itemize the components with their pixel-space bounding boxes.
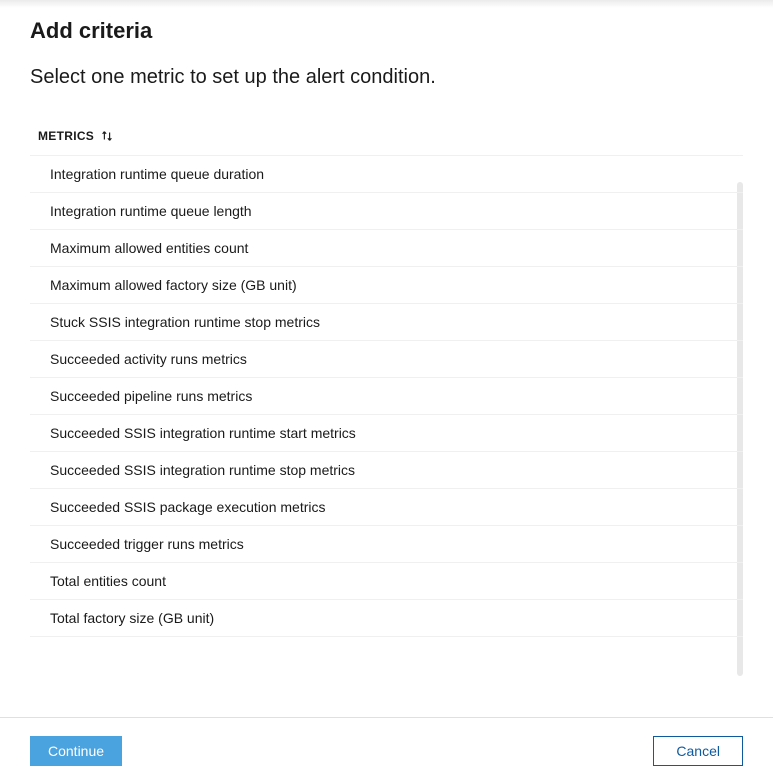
list-item[interactable]: Maximum allowed entities count	[30, 230, 743, 267]
page-title: Add criteria	[30, 18, 743, 44]
header: Add criteria Select one metric to set up…	[0, 0, 773, 129]
list-item[interactable]: Succeeded pipeline runs metrics	[30, 378, 743, 415]
list-item[interactable]: Succeeded SSIS integration runtime start…	[30, 415, 743, 452]
sort-icon	[100, 129, 114, 143]
metric-label: Succeeded activity runs metrics	[50, 351, 247, 367]
list-item[interactable]: Integration runtime queue duration	[30, 156, 743, 193]
list-item[interactable]: Integration runtime queue length	[30, 193, 743, 230]
list-item[interactable]: Succeeded SSIS package execution metrics	[30, 489, 743, 526]
list-item[interactable]: Succeeded trigger runs metrics	[30, 526, 743, 563]
metric-label: Total entities count	[50, 573, 166, 589]
list-item[interactable]: Succeeded SSIS integration runtime stop …	[30, 452, 743, 489]
metrics-column-header[interactable]: METRICS	[0, 129, 773, 155]
footer: Continue Cancel	[0, 717, 773, 784]
metric-label: Maximum allowed factory size (GB unit)	[50, 277, 297, 293]
list-item[interactable]: Stuck SSIS integration runtime stop metr…	[30, 304, 743, 341]
metric-label: Succeeded trigger runs metrics	[50, 536, 244, 552]
metric-label: Maximum allowed entities count	[50, 240, 248, 256]
list-item[interactable]: Total factory size (GB unit)	[30, 600, 743, 637]
metrics-list: Integration runtime queue duration Integ…	[30, 155, 743, 717]
metric-label: Succeeded SSIS integration runtime stop …	[50, 462, 355, 478]
list-item[interactable]: Maximum allowed factory size (GB unit)	[30, 267, 743, 304]
page-subtitle: Select one metric to set up the alert co…	[30, 66, 743, 89]
metric-label: Integration runtime queue duration	[50, 166, 264, 182]
metric-label: Stuck SSIS integration runtime stop metr…	[50, 314, 320, 330]
list-item[interactable]: Succeeded activity runs metrics	[30, 341, 743, 378]
metric-label: Succeeded SSIS integration runtime start…	[50, 425, 356, 441]
column-header-label: METRICS	[38, 129, 94, 143]
metric-label: Succeeded pipeline runs metrics	[50, 388, 252, 404]
metric-label: Succeeded SSIS package execution metrics	[50, 499, 326, 515]
cancel-button[interactable]: Cancel	[653, 736, 743, 766]
metric-label: Total factory size (GB unit)	[50, 610, 214, 626]
list-item[interactable]: Total entities count	[30, 563, 743, 600]
continue-button[interactable]: Continue	[30, 736, 122, 766]
metric-label: Integration runtime queue length	[50, 203, 252, 219]
